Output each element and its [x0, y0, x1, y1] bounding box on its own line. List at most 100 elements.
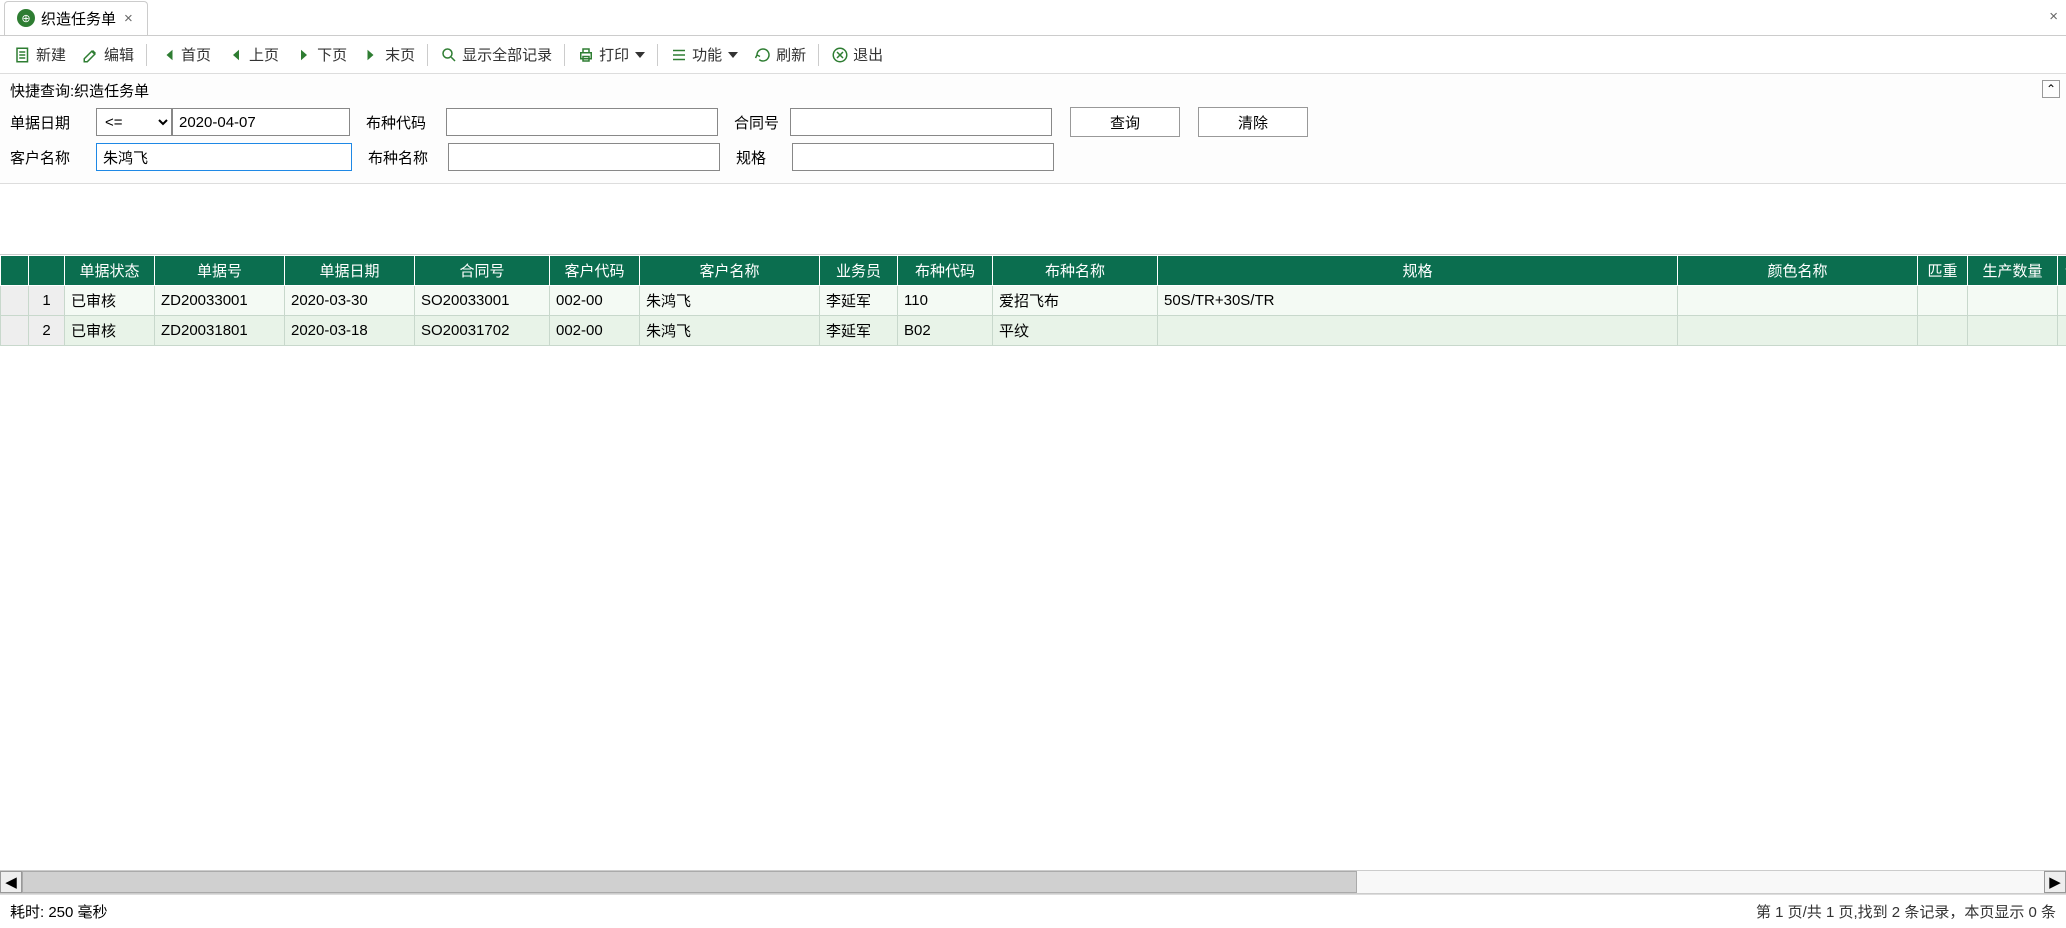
separator [146, 44, 147, 66]
next-icon [295, 46, 313, 64]
print-button[interactable]: 打印 [569, 40, 653, 69]
fabric-name-input[interactable] [448, 143, 720, 171]
paging-info: 第 1 页/共 1 页,找到 2 条记录，本页显示 0 条 [1756, 901, 2056, 922]
tab-weaving-task[interactable]: ⊕ 织造任务单 × [4, 1, 148, 35]
table-row[interactable]: 2已审核ZD200318012020-03-18SO20031702002-00… [1, 316, 2066, 346]
new-button[interactable]: 新建 [6, 40, 74, 69]
col-doc-no[interactable]: 单据号 [155, 256, 285, 286]
customer-name-label: 客户名称 [10, 147, 96, 168]
contract-no-label: 合同号 [718, 112, 790, 133]
col-sales[interactable]: 业务员 [820, 256, 898, 286]
horizontal-scrollbar[interactable]: ◀ ▶ [0, 870, 2066, 894]
col-doc-date[interactable]: 单据日期 [285, 256, 415, 286]
cell: 2020-03-18 [285, 316, 415, 346]
col-pi-weight[interactable]: 匹重 [1918, 256, 1968, 286]
contract-no-input[interactable] [790, 108, 1052, 136]
col-prod-qty[interactable]: 生产数量 [1968, 256, 2058, 286]
close-all-icon[interactable]: × [2049, 8, 2058, 25]
cell: 已审核 [65, 286, 155, 316]
fabric-code-input[interactable] [446, 108, 718, 136]
next-page-button[interactable]: 下页 [287, 40, 355, 69]
scroll-thumb[interactable] [22, 871, 1357, 893]
scroll-track[interactable] [22, 871, 2044, 893]
cell [1158, 316, 1678, 346]
exit-label: 退出 [853, 44, 883, 65]
date-input[interactable] [172, 108, 350, 136]
cell [1678, 286, 1918, 316]
show-all-label: 显示全部记录 [462, 44, 552, 65]
expand-cell[interactable] [1, 286, 29, 316]
last-icon [363, 46, 381, 64]
col-status[interactable]: 单据状态 [65, 256, 155, 286]
exit-button[interactable]: 退出 [823, 40, 891, 69]
new-label: 新建 [36, 44, 66, 65]
spec-input[interactable] [792, 143, 1054, 171]
tab-bar: ⊕ 织造任务单 × × [0, 0, 2066, 36]
cell: 朱鸿飞 [640, 286, 820, 316]
quick-query-title: 快捷查询:织造任务单 [10, 80, 2056, 101]
new-icon [14, 46, 32, 64]
cell: 110 [898, 286, 993, 316]
search-icon [440, 46, 458, 64]
cell: 李延军 [820, 286, 898, 316]
cell: 朱鸿飞 [640, 316, 820, 346]
collapse-icon[interactable]: ⌃ [2042, 80, 2060, 98]
first-page-button[interactable]: 首页 [151, 40, 219, 69]
col-fabric-code[interactable]: 布种代码 [898, 256, 993, 286]
toolbar: 新建 编辑 首页 上页 下页 末页 显示全部记录 打印 功能 刷新 [0, 36, 2066, 74]
refresh-button[interactable]: 刷新 [746, 40, 814, 69]
date-operator-select[interactable]: <= [96, 108, 172, 136]
col-fabric-name[interactable]: 布种名称 [993, 256, 1158, 286]
separator [818, 44, 819, 66]
col-expand[interactable] [1, 256, 29, 286]
show-all-button[interactable]: 显示全部记录 [432, 40, 560, 69]
prev-label: 上页 [249, 44, 279, 65]
cell [1678, 316, 1918, 346]
list-icon [670, 46, 688, 64]
close-icon[interactable]: × [122, 10, 135, 27]
col-plan[interactable]: 计 [2058, 256, 2066, 286]
scroll-right-icon[interactable]: ▶ [2044, 871, 2066, 893]
separator [564, 44, 565, 66]
grid-header-row: 单据状态 单据号 单据日期 合同号 客户代码 客户名称 业务员 布种代码 布种名… [1, 256, 2066, 286]
scroll-left-icon[interactable]: ◀ [0, 871, 22, 893]
query-button[interactable]: 查询 [1070, 107, 1180, 137]
customer-name-input[interactable] [96, 143, 352, 171]
print-label: 打印 [599, 44, 629, 65]
col-contract-no[interactable]: 合同号 [415, 256, 550, 286]
elapsed-time: 耗时: 250 毫秒 [10, 901, 108, 922]
expand-cell[interactable] [1, 316, 29, 346]
cell: 2020-03-30 [285, 286, 415, 316]
col-spec[interactable]: 规格 [1158, 256, 1678, 286]
next-label: 下页 [317, 44, 347, 65]
cell [1918, 286, 1968, 316]
function-label: 功能 [692, 44, 722, 65]
edit-icon [82, 46, 100, 64]
cell: SO20031702 [415, 316, 550, 346]
cell [1918, 316, 1968, 346]
col-cust-code[interactable]: 客户代码 [550, 256, 640, 286]
data-grid: 单据状态 单据号 单据日期 合同号 客户代码 客户名称 业务员 布种代码 布种名… [0, 254, 2066, 870]
cell: 李延军 [820, 316, 898, 346]
cell: 爱招飞布 [993, 286, 1158, 316]
function-button[interactable]: 功能 [662, 40, 746, 69]
table-row[interactable]: 1已审核ZD200330012020-03-30SO20033001002-00… [1, 286, 2066, 316]
cell: 平纹 [993, 316, 1158, 346]
query-row-2: 客户名称 布种名称 规格 [10, 143, 2056, 171]
refresh-label: 刷新 [776, 44, 806, 65]
rownum-cell: 2 [29, 316, 65, 346]
edit-button[interactable]: 编辑 [74, 40, 142, 69]
status-bar: 耗时: 250 毫秒 第 1 页/共 1 页,找到 2 条记录，本页显示 0 条 [0, 894, 2066, 928]
col-cust-name[interactable]: 客户名称 [640, 256, 820, 286]
col-color-name[interactable]: 颜色名称 [1678, 256, 1918, 286]
edit-label: 编辑 [104, 44, 134, 65]
cell: ZD20033001 [155, 286, 285, 316]
prev-page-button[interactable]: 上页 [219, 40, 287, 69]
tab-title: 织造任务单 [41, 8, 116, 29]
last-page-button[interactable]: 末页 [355, 40, 423, 69]
chevron-down-icon [728, 52, 738, 58]
clear-button[interactable]: 清除 [1198, 107, 1308, 137]
grid-table: 单据状态 单据号 单据日期 合同号 客户代码 客户名称 业务员 布种代码 布种名… [0, 255, 2066, 346]
doc-date-label: 单据日期 [10, 112, 96, 133]
col-rownum[interactable] [29, 256, 65, 286]
